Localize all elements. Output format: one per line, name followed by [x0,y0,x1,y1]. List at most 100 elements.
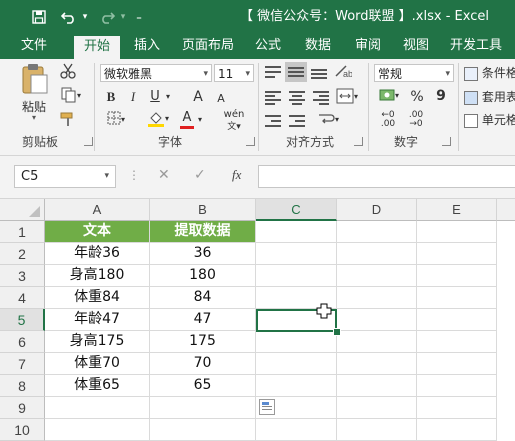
row-header-6[interactable]: 6 [0,331,45,353]
font-launcher-icon[interactable] [246,137,255,146]
row-header-5[interactable]: 5 [0,309,45,331]
cell-b2[interactable]: 36 [150,243,256,265]
tab-developer[interactable]: 开发工具 [444,34,508,59]
tab-data[interactable]: 数据 [298,34,338,59]
cell-d2[interactable] [337,243,417,265]
cell-b10[interactable] [150,419,256,441]
cell-d10[interactable] [337,419,417,441]
conditional-formatting-button[interactable]: 条件格 [464,64,515,82]
alignment-launcher-icon[interactable] [354,137,363,146]
column-header-f[interactable] [497,199,515,221]
cell-e9[interactable] [417,397,497,419]
row-header-10[interactable]: 10 [0,419,45,441]
cancel-icon[interactable]: ✕ [158,167,170,183]
borders-icon[interactable]: ▾ [104,111,128,130]
cell-d6[interactable] [337,331,417,353]
cell-c8[interactable] [256,375,337,397]
row-header-4[interactable]: 4 [0,287,45,309]
formula-input[interactable] [258,165,515,188]
redo-dropdown-icon[interactable]: ▾ [118,0,128,34]
cell-c2[interactable] [256,243,337,265]
row-header-3[interactable]: 3 [0,265,45,287]
cell-a5[interactable]: 年龄47 [45,309,150,331]
worksheet-grid[interactable]: A B C D E 1 2 3 4 5 6 7 8 9 10 文本 提取数据 年… [0,199,515,441]
tab-insert[interactable]: 插入 [128,34,166,59]
wrap-text-icon[interactable]: ▾ [314,111,342,129]
cell-b5[interactable]: 47 [150,309,256,331]
cell-e2[interactable] [417,243,497,265]
row-header-9[interactable]: 9 [0,397,45,419]
align-center-icon[interactable] [288,89,306,105]
cell-a6[interactable]: 身高175 [45,331,150,353]
decrease-font-button[interactable]: A [214,90,228,108]
number-format-select[interactable]: 常规 ▾ [374,64,454,82]
save-icon[interactable] [28,0,50,34]
cell-c10[interactable] [256,419,337,441]
select-all-button[interactable] [0,199,45,221]
undo-icon[interactable] [58,0,80,34]
undo-dropdown-icon[interactable]: ▾ [80,0,90,34]
customize-qat-icon[interactable]: ₌ [132,0,146,34]
cell-e3[interactable] [417,265,497,287]
row-header-7[interactable]: 7 [0,353,45,375]
row-header-1[interactable]: 1 [0,221,45,243]
cut-icon[interactable] [60,63,76,84]
cell-d9[interactable] [337,397,417,419]
column-header-d[interactable]: D [337,199,417,221]
cell-b7[interactable]: 70 [150,353,256,375]
cell-d3[interactable] [337,265,417,287]
cell-e7[interactable] [417,353,497,375]
fill-handle[interactable] [333,328,341,336]
cell-b9[interactable] [150,397,256,419]
paste-button[interactable]: 粘贴 ▾ [18,63,50,122]
italic-button[interactable]: I [126,88,140,106]
align-top-icon[interactable] [264,64,282,80]
cell-a2[interactable]: 年龄36 [45,243,150,265]
clipboard-launcher-icon[interactable] [84,137,93,146]
increase-decimal-icon[interactable]: ←0.00 [376,111,400,129]
percent-button[interactable]: % [410,88,424,106]
tab-review[interactable]: 审阅 [348,34,388,59]
format-as-table-button[interactable]: 套用表 [464,88,515,106]
cell-b8[interactable]: 65 [150,375,256,397]
cell-a1[interactable]: 文本 [45,221,150,243]
cell-e10[interactable] [417,419,497,441]
insert-function-icon[interactable]: fx [232,167,241,183]
column-header-b[interactable]: B [150,199,256,221]
name-box-dropdown-icon[interactable]: ▾ [104,166,109,187]
increase-indent-icon[interactable] [288,113,306,129]
merge-center-icon[interactable]: ▾ [334,88,360,106]
accounting-format-icon[interactable]: ▾ [376,87,402,108]
row-header-2[interactable]: 2 [0,243,45,265]
phonetic-button[interactable]: wén 文▾ [220,109,248,133]
cell-e8[interactable] [417,375,497,397]
column-header-a[interactable]: A [45,199,150,221]
cell-a4[interactable]: 体重84 [45,287,150,309]
tab-home[interactable]: 开始 [74,36,120,59]
cell-d8[interactable] [337,375,417,397]
align-bottom-icon[interactable] [310,64,328,80]
cell-d7[interactable] [337,353,417,375]
cell-a3[interactable]: 身高180 [45,265,150,287]
tab-file[interactable]: 文件 [14,34,54,59]
cell-a7[interactable]: 体重70 [45,353,150,375]
align-left-icon[interactable] [264,89,282,105]
cell-e6[interactable] [417,331,497,353]
align-middle-icon[interactable] [285,62,307,82]
cell-e5[interactable] [417,309,497,331]
cell-a10[interactable] [45,419,150,441]
column-header-c[interactable]: C [256,199,337,221]
decrease-decimal-icon[interactable]: .00 →0 [404,111,428,129]
cell-styles-button[interactable]: 单元格 [464,111,515,129]
cell-e1[interactable] [417,221,497,243]
redo-icon[interactable] [96,0,118,34]
tab-view[interactable]: 视图 [396,34,436,59]
cell-b1[interactable]: 提取数据 [150,221,256,243]
flash-fill-options-icon[interactable] [259,399,275,415]
cell-c3[interactable] [256,265,337,287]
copy-icon[interactable]: ▾ [58,87,84,108]
tab-page-layout[interactable]: 页面布局 [178,34,238,59]
row-header-8[interactable]: 8 [0,375,45,397]
comma-style-button[interactable]: 9 [434,87,448,105]
font-size-select[interactable]: 11 ▾ [214,64,254,82]
